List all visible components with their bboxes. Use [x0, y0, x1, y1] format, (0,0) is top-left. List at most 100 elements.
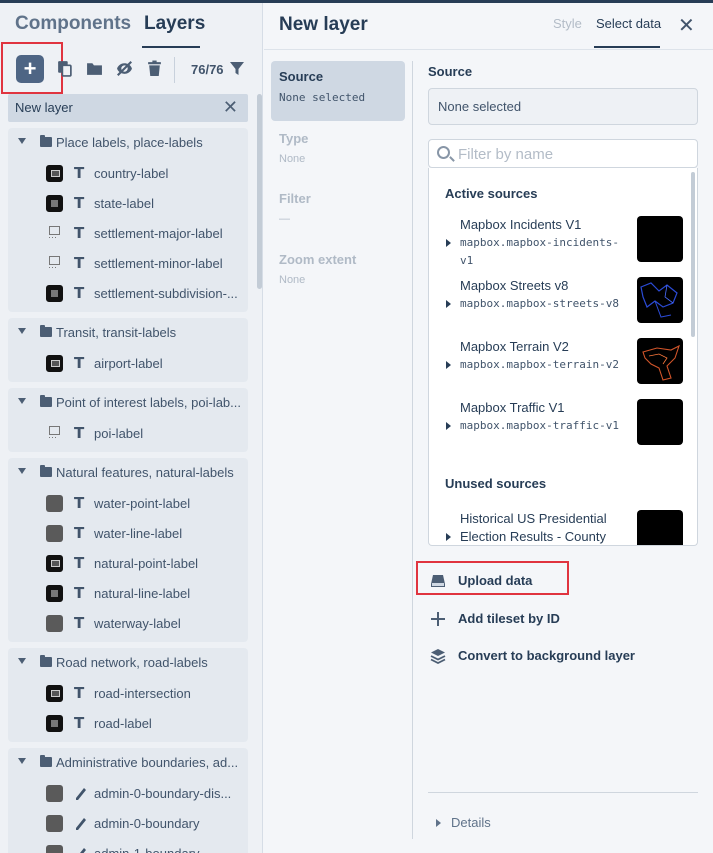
layer-row[interactable]: Tnatural-point-label — [8, 548, 248, 578]
tab-layers[interactable]: Layers — [144, 13, 205, 35]
layer-row[interactable]: Tairport-label — [8, 348, 248, 378]
layer-row[interactable]: Troad-intersection — [8, 678, 248, 708]
source-name: Mapbox Terrain V2 — [460, 339, 569, 354]
layer-row[interactable]: Twater-point-label — [8, 488, 248, 518]
step-zoom-extent[interactable]: Zoom extent None — [271, 244, 405, 304]
source-item[interactable]: Historical US Presidential Election Resu… — [429, 506, 689, 545]
layer-group: Administrative boundaries, ad... admin-0-… — [8, 748, 248, 853]
line-layer-icon — [80, 848, 86, 853]
new-layer-row[interactable]: New layer ✕ — [8, 94, 248, 122]
source-item[interactable]: Mapbox Traffic V1 mapbox.mapbox-traffic-v… — [429, 395, 689, 455]
caret-right-icon[interactable] — [446, 300, 451, 308]
source-name: Historical US Presidential Election Resu… — [460, 511, 607, 544]
source-item[interactable]: Mapbox Terrain V2 mapbox.mapbox-terrain-v… — [429, 334, 689, 394]
source-select[interactable]: None selected — [428, 88, 698, 125]
unused-sources-heading: Unused sources — [445, 476, 547, 491]
layer-row[interactable]: admin-0-boundary — [8, 808, 248, 838]
add-group-button[interactable] — [83, 57, 105, 79]
chevron-down-icon[interactable] — [18, 328, 26, 334]
chevron-down-icon[interactable] — [18, 758, 26, 764]
layer-name: admin-0-boundary — [94, 816, 200, 831]
close-icon[interactable]: ✕ — [223, 97, 238, 118]
add-layer-button[interactable]: + — [16, 55, 44, 83]
folder-icon — [40, 465, 52, 477]
caret-right-icon[interactable] — [446, 533, 451, 541]
step-type[interactable]: Type None — [271, 123, 405, 183]
layer-row[interactable]: Tcountry-label — [8, 158, 248, 188]
caret-right-icon[interactable] — [446, 361, 451, 369]
layers-scrollbar[interactable] — [257, 94, 262, 289]
group-header[interactable]: Administrative boundaries, ad... — [8, 748, 248, 776]
duplicate-icon — [57, 60, 72, 77]
filter-input[interactable] — [458, 144, 688, 164]
symbol-layer-icon: T — [74, 284, 85, 302]
layer-row[interactable]: Troad-label — [8, 708, 248, 738]
caret-right-icon[interactable] — [446, 422, 451, 430]
steps-divider — [412, 61, 413, 839]
filter-icon[interactable] — [230, 62, 244, 76]
chevron-down-icon[interactable] — [18, 138, 26, 144]
folder-icon — [40, 135, 52, 147]
symbol-layer-icon: T — [74, 494, 85, 512]
group-header[interactable]: Place labels, place-labels — [8, 128, 248, 156]
layer-row[interactable]: Tsettlement-minor-label — [8, 248, 248, 278]
symbol-layer-icon: T — [74, 224, 85, 242]
layer-row[interactable]: Tstate-label — [8, 188, 248, 218]
source-id: mapbox.mapbox-streets-v8 — [460, 297, 619, 310]
layer-row[interactable]: Tpoi-label — [8, 418, 248, 448]
layer-group: Road network, road-labels Troad-intersect… — [8, 648, 248, 742]
hide-layer-button[interactable] — [113, 57, 135, 79]
source-item[interactable]: Mapbox Streets v8 mapbox.mapbox-streets-v… — [429, 273, 689, 333]
active-sources-heading: Active sources — [445, 186, 538, 201]
details-toggle[interactable]: Details — [436, 815, 491, 830]
tab-style[interactable]: Style — [553, 16, 582, 31]
left-tabs: Components Layers — [0, 3, 262, 48]
group-title: Natural features, natural-labels — [56, 465, 234, 480]
group-header[interactable]: Road network, road-labels — [8, 648, 248, 676]
layer-row[interactable]: Twater-line-label — [8, 518, 248, 548]
step-filter[interactable]: Filter — — [271, 183, 405, 243]
group-title: Place labels, place-labels — [56, 135, 203, 150]
caret-right-icon[interactable] — [446, 239, 451, 247]
layer-row[interactable]: Tnatural-line-label — [8, 578, 248, 608]
source-list-scrollbar[interactable] — [691, 172, 695, 337]
source-thumbnail — [637, 216, 683, 262]
layer-name: road-intersection — [94, 686, 191, 701]
group-header[interactable]: Transit, transit-labels — [8, 318, 248, 346]
delete-layer-button[interactable] — [143, 57, 165, 79]
source-item[interactable]: Mapbox Incidents V1 mapbox.mapbox-inciden… — [429, 212, 689, 272]
symbol-layer-icon: T — [74, 194, 85, 212]
chevron-down-icon[interactable] — [18, 658, 26, 664]
layer-name: water-point-label — [94, 496, 191, 511]
layers-icon — [430, 649, 446, 664]
step-source[interactable]: Source None selected — [271, 61, 405, 121]
symbol-layer-icon: T — [74, 584, 85, 602]
header-divider — [264, 49, 713, 50]
step-value: None — [279, 274, 306, 286]
layer-row[interactable]: admin-1-boundary — [8, 838, 248, 853]
source-name: Mapbox Traffic V1 — [460, 400, 565, 415]
layer-name: poi-label — [94, 426, 144, 441]
layer-row[interactable]: admin-0-boundary-dis... — [8, 778, 248, 808]
upload-data-label: Upload data — [458, 573, 533, 588]
layer-swatch-icon — [46, 685, 63, 702]
layer-row[interactable]: Tsettlement-major-label — [8, 218, 248, 248]
filter-by-name — [428, 139, 698, 168]
close-panel-icon[interactable]: ✕ — [678, 13, 695, 38]
layer-swatch-icon — [46, 785, 63, 802]
tab-select-data[interactable]: Select data — [596, 16, 661, 31]
group-header[interactable]: Natural features, natural-labels — [8, 458, 248, 486]
layer-row[interactable]: Twaterway-label — [8, 608, 248, 638]
chevron-down-icon[interactable] — [18, 398, 26, 404]
symbol-layer-icon: T — [74, 354, 85, 372]
chevron-down-icon[interactable] — [18, 468, 26, 474]
new-layer-panel: New layer Style Select data ✕ Source Non… — [264, 3, 713, 853]
duplicate-layer-button[interactable] — [53, 57, 75, 79]
layer-name: state-label — [94, 196, 154, 211]
folder-icon — [40, 655, 52, 667]
layer-row[interactable]: Tsettlement-subdivision-... — [8, 278, 248, 308]
layer-swatch-icon — [46, 195, 63, 212]
tab-components[interactable]: Components — [15, 13, 131, 35]
group-header[interactable]: Point of interest labels, poi-lab... — [8, 388, 248, 416]
layer-name: water-line-label — [94, 526, 183, 541]
